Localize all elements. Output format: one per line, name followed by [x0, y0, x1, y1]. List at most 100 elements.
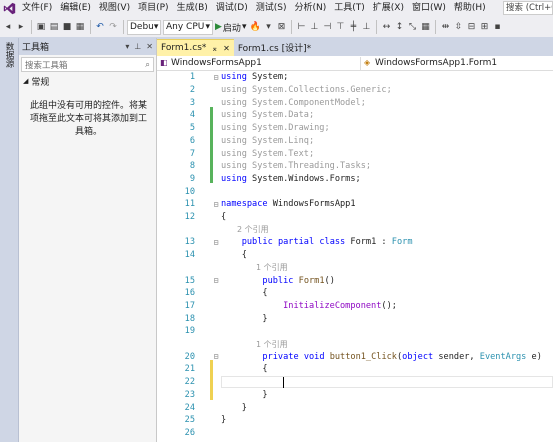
menu-build[interactable]: 生成(B)	[173, 0, 212, 17]
reference-count[interactable]: 2 个引用	[237, 224, 269, 235]
save-all-icon[interactable]: ▦	[74, 20, 86, 34]
undo-icon[interactable]: ↶	[94, 20, 106, 34]
collapse-icon[interactable]: ⊟	[211, 73, 221, 82]
menu-file[interactable]: 文件(F)	[18, 0, 56, 17]
line-number: 12	[184, 212, 195, 223]
type-navigation-dropdown[interactable]: ◈ WindowsFormsApp1.Form1	[361, 57, 553, 70]
chevron-down-icon: ▾	[153, 21, 159, 32]
toolbox-dropdown-icon[interactable]: ▾	[262, 20, 274, 34]
center-vertically-icon[interactable]: ⊞	[478, 20, 490, 34]
data-sources-tab[interactable]: 数据源	[3, 42, 15, 68]
toolbox-group-label: 常规	[31, 77, 50, 88]
align-right-icon[interactable]: ⊣	[321, 20, 333, 34]
code-line: 5 using System.Drawing;	[157, 122, 553, 135]
menu-analyze[interactable]: 分析(N)	[290, 0, 330, 17]
panel-dropdown-icon[interactable]: ▾	[125, 42, 129, 51]
pin-icon[interactable]: ⊥	[134, 42, 141, 51]
open-file-icon[interactable]: ▤	[48, 20, 60, 34]
collapse-icon[interactable]: ⊟	[211, 276, 221, 285]
align-top-icon[interactable]: ⊤	[334, 20, 346, 34]
quick-launch-search[interactable]: 搜索 (Ctrl+Q)	[503, 1, 553, 15]
menu-help[interactable]: 帮助(H)	[450, 0, 490, 17]
horizontal-spacing-icon[interactable]: ⇹	[439, 20, 451, 34]
make-same-height-icon[interactable]: ↕	[393, 20, 405, 34]
center-horizontally-icon[interactable]: ⊟	[465, 20, 477, 34]
menu-test[interactable]: 测试(S)	[252, 0, 291, 17]
toolbox-empty-message: 此组中没有可用的控件。将某项拖至此文本可将其添加到工具箱。	[29, 101, 147, 137]
code-text: {	[221, 364, 268, 375]
back-icon[interactable]: ◂	[2, 20, 14, 34]
align-middle-icon[interactable]: ╪	[347, 20, 359, 34]
toolbox-group-general[interactable]: ◢ 常规	[19, 74, 156, 88]
tab-form1-cs[interactable]: Form1.cs* ⌅ ✕	[157, 39, 234, 56]
code-line: 9 using System.Windows.Forms;	[157, 173, 553, 186]
align-center-icon[interactable]: ⊥	[308, 20, 320, 34]
start-button[interactable]: ▶ 启动 ▾	[215, 21, 246, 34]
project-name: WindowsFormsApp1	[171, 58, 262, 68]
toolbox-search-input[interactable]: 搜索工具箱 ⌕	[21, 57, 154, 72]
code-text: using System.Text;	[221, 148, 315, 159]
project-navigation-dropdown[interactable]: ◧ WindowsFormsApp1	[157, 56, 361, 70]
tab-form1-designer[interactable]: Form1.cs [设计]*	[234, 39, 315, 56]
menu-debug[interactable]: 调试(D)	[212, 0, 252, 17]
chevron-down-icon: ▾	[241, 22, 247, 32]
line-number: 14	[184, 250, 195, 261]
line-number: 3	[189, 97, 195, 108]
save-icon[interactable]: ■	[61, 20, 73, 34]
collapse-icon[interactable]: ⊟	[211, 238, 221, 247]
toolbox-header: 工具箱 ▾ ⊥ ✕	[19, 38, 156, 55]
chevron-down-icon: ▾	[205, 21, 210, 32]
collapse-icon[interactable]: ⊟	[211, 200, 221, 209]
menu-edit[interactable]: 编辑(E)	[56, 0, 95, 17]
browse-link-icon[interactable]: ⊠	[275, 20, 287, 34]
menu-window[interactable]: 窗口(W)	[408, 0, 450, 17]
make-same-width-icon[interactable]: ↔	[380, 20, 392, 34]
make-same-size-icon[interactable]: ⤡	[406, 20, 418, 34]
menu-view[interactable]: 视图(V)	[95, 0, 134, 17]
align-bottom-icon[interactable]: ⊥	[360, 20, 372, 34]
code-text: {	[221, 250, 247, 261]
code-line: 6 using System.Linq;	[157, 135, 553, 148]
align-left-icon[interactable]: ⊢	[295, 20, 307, 34]
collapse-icon[interactable]: ⊟	[211, 352, 221, 361]
hot-reload-icon[interactable]: 🔥	[249, 20, 261, 34]
close-icon[interactable]: ✕	[146, 42, 153, 51]
tab-close-icon[interactable]: ✕	[223, 44, 230, 53]
code-text: using System.Collections.Generic;	[221, 85, 392, 96]
code-line: 26	[157, 427, 553, 440]
code-line: 19	[157, 325, 553, 338]
code-line: 2 using System.Collections.Generic;	[157, 84, 553, 97]
size-to-grid-icon[interactable]: ▦	[419, 20, 431, 34]
bring-to-front-icon[interactable]: ▪	[491, 20, 503, 34]
line-number: 24	[184, 402, 195, 413]
new-project-icon[interactable]: ▣	[35, 20, 47, 34]
toolbar-separator	[291, 20, 293, 34]
code-text: public Form1()	[262, 275, 335, 286]
line-number: 25	[184, 415, 195, 426]
solution-configuration-select[interactable]: Debu ▾	[127, 19, 161, 35]
code-line: 10	[157, 185, 553, 198]
line-number: 13	[184, 237, 195, 248]
reference-count[interactable]: 1 个引用	[256, 339, 288, 350]
vertical-spacing-icon[interactable]: ⇳	[452, 20, 464, 34]
code-text: }	[221, 389, 268, 400]
code-area[interactable]: 1 ⊟ using System; 2 using System.Collections…	[157, 71, 553, 442]
csharp-project-icon: ◧	[160, 58, 168, 67]
code-line: 21 {	[157, 363, 553, 376]
menu-tools[interactable]: 工具(T)	[330, 0, 369, 17]
navigation-bar: ◧ WindowsFormsApp1 ◈ WindowsFormsApp1.Fo…	[157, 56, 553, 71]
menu-extensions[interactable]: 扩展(X)	[369, 0, 408, 17]
start-label: 启动	[222, 23, 241, 34]
menu-project[interactable]: 项目(P)	[134, 0, 172, 17]
tab-pin-icon[interactable]: ⌅	[211, 44, 218, 53]
code-line: 13 ⊟ public partial class Form1 : Form	[157, 236, 553, 249]
redo-icon[interactable]: ↷	[107, 20, 119, 34]
solution-platform-select[interactable]: Any CPU ▾	[163, 19, 213, 35]
visual-studio-logo-icon[interactable]	[0, 0, 18, 17]
play-icon: ▶	[215, 22, 222, 32]
code-text: using System.Linq;	[221, 135, 315, 146]
forward-icon[interactable]: ▸	[15, 20, 27, 34]
reference-count[interactable]: 1 个引用	[256, 262, 288, 273]
codelens-reference: 2 个引用	[157, 223, 553, 236]
code-line: 8 using System.Threading.Tasks;	[157, 160, 553, 173]
